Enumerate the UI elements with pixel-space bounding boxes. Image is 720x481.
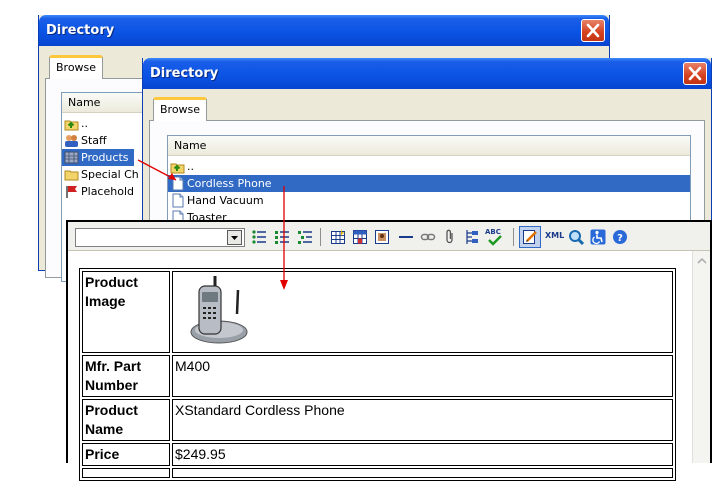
annotation-arrows — [137, 159, 288, 290]
arrowhead-icon — [280, 280, 288, 290]
table-row — [82, 468, 673, 478]
